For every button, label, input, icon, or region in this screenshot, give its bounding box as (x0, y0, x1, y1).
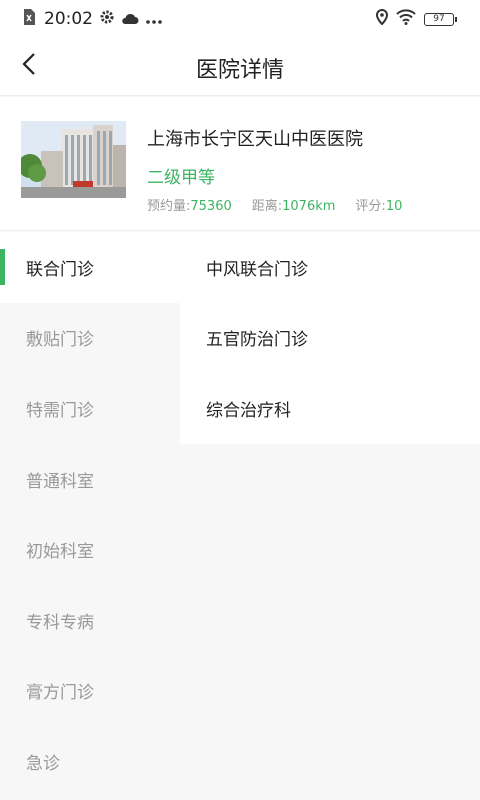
cloud-icon (121, 10, 139, 29)
category-item-special-clinic[interactable]: 特需门诊 (0, 373, 180, 444)
battery-icon: 97 (424, 12, 457, 26)
rating-value: 10 (385, 199, 403, 214)
location-icon (375, 8, 389, 29)
category-item-specialty[interactable]: 专科专病 (0, 585, 180, 656)
department-item[interactable]: 中风联合门诊 (180, 232, 480, 303)
hospital-stats: 预约量:75360 距离:1076km 评分:10 (147, 195, 422, 214)
hospital-card[interactable]: 上海市长宁区天山中医医院 二级甲等 预约量:75360 距离:1076km 评分… (0, 97, 480, 231)
hospital-name: 上海市长宁区天山中医医院 (147, 129, 363, 150)
distance-label: 距离: (251, 199, 283, 214)
sim-icon (22, 8, 36, 30)
rating-stat: 评分:10 (355, 195, 402, 214)
category-item-joint-clinic[interactable]: 联合门诊 (0, 232, 180, 303)
gear-icon (99, 9, 115, 29)
rating-label: 评分: (355, 199, 386, 214)
nav-bar: 医院详情 (0, 38, 480, 96)
appointments-label: 预约量: (147, 199, 191, 214)
category-item-plaster-clinic[interactable]: 敷贴门诊 (0, 303, 180, 374)
hospital-level: 二级甲等 (147, 168, 215, 188)
distance-value: 1076km (282, 199, 336, 214)
status-time: 20:02 (44, 9, 93, 29)
category-item-emergency[interactable]: 急诊 (0, 726, 180, 797)
page-title: 医院详情 (195, 58, 284, 83)
category-menu: 联合门诊 敷贴门诊 特需门诊 普通科室 初始科室 专科专病 膏方门诊 急诊 (0, 232, 180, 800)
status-bar: 20:02 97 (0, 0, 480, 38)
appointments-stat: 预约量:75360 (147, 195, 232, 214)
wifi-icon (396, 9, 416, 29)
status-right: 97 (375, 8, 457, 30)
status-left: 20:02 (22, 8, 163, 30)
department-list: 中风联合门诊 五官防治门诊 综合治疗科 (180, 232, 480, 444)
category-item-general-department[interactable]: 普通科室 (0, 444, 180, 515)
more-icon (145, 10, 163, 29)
category-item-paste-clinic[interactable]: 膏方门诊 (0, 656, 180, 727)
department-item[interactable]: 综合治疗科 (180, 373, 480, 444)
category-item-initial-department[interactable]: 初始科室 (0, 514, 180, 585)
hospital-photo (21, 121, 126, 198)
department-item[interactable]: 五官防治门诊 (180, 303, 480, 374)
appointments-value: 75360 (190, 199, 232, 214)
distance-stat: 距离:1076km (252, 195, 336, 214)
